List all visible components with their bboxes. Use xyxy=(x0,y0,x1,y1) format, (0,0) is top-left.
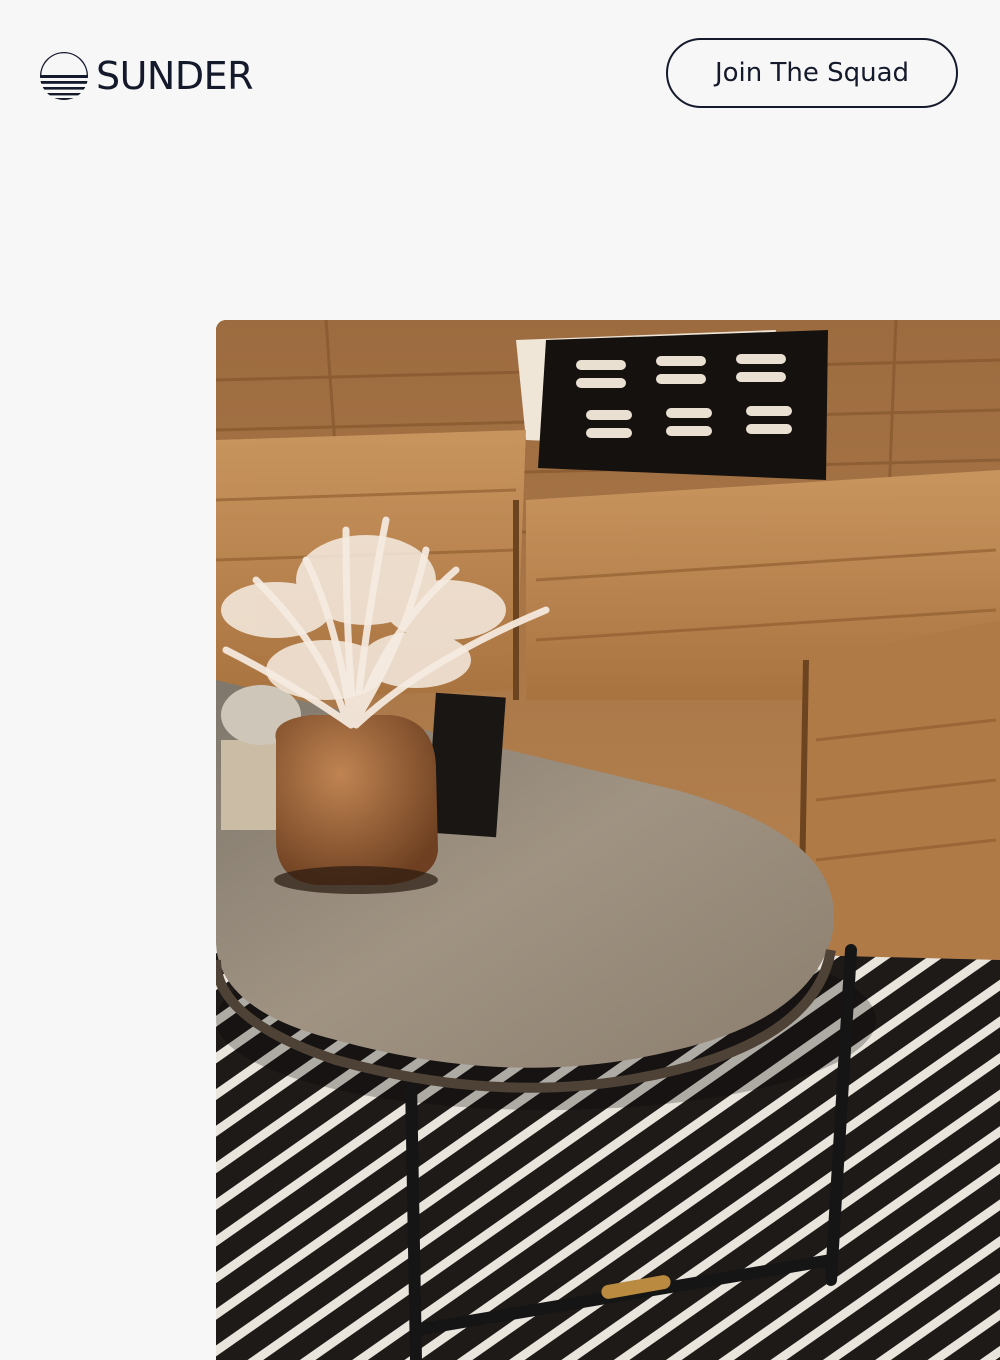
living-room-photo xyxy=(216,320,1000,1360)
brand-name: SUNDER xyxy=(96,54,254,98)
sunset-stripes-icon xyxy=(40,52,88,100)
site-header: SUNDER Join The Squad xyxy=(0,0,1000,150)
hero-image xyxy=(216,320,1000,1360)
join-squad-button[interactable]: Join The Squad xyxy=(666,38,958,108)
brand-logo[interactable]: SUNDER xyxy=(38,50,254,102)
